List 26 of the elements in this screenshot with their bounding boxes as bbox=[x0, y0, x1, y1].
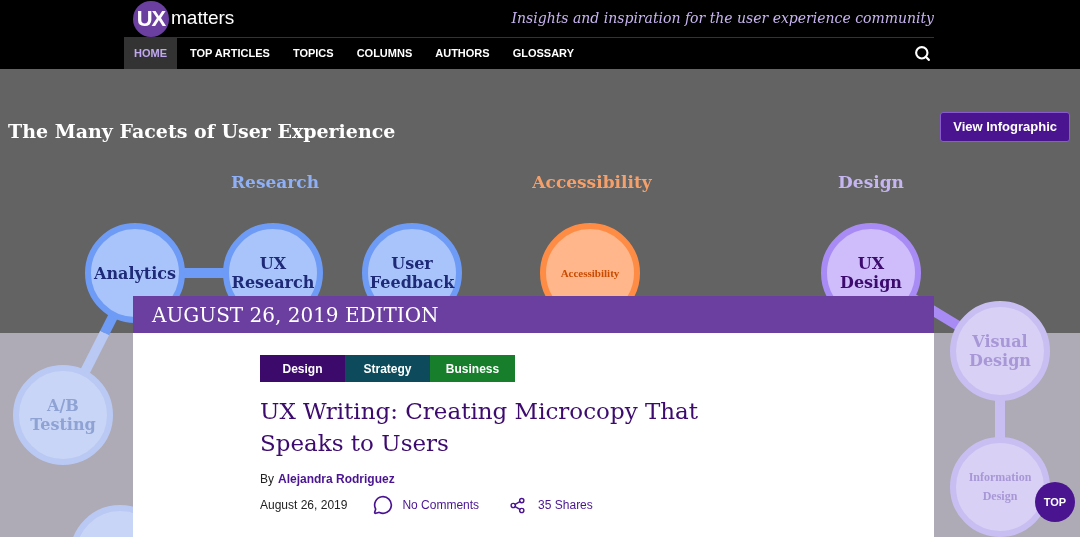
article-date: August 26, 2019 bbox=[260, 497, 348, 514]
share-icon bbox=[509, 496, 527, 514]
nav-tab[interactable]: TOPICS bbox=[282, 38, 344, 69]
category-tag[interactable]: Design bbox=[260, 355, 345, 382]
logo-text[interactable]: matters bbox=[171, 4, 235, 33]
author-link[interactable]: Alejandra Rodriguez bbox=[278, 470, 395, 488]
view-infographic-button[interactable]: View Infographic bbox=[940, 112, 1070, 142]
category-label: Accessibility bbox=[532, 171, 652, 194]
category-label: Research bbox=[231, 171, 319, 194]
search-icon[interactable] bbox=[914, 45, 931, 62]
shares-link[interactable]: 35 Shares bbox=[538, 496, 593, 514]
comments-link[interactable]: No Comments bbox=[402, 496, 480, 514]
nav-tab[interactable]: AUTHORS bbox=[425, 38, 500, 69]
byline-label: By bbox=[260, 471, 274, 488]
category-tag[interactable]: Strategy bbox=[345, 355, 430, 382]
tagline: Insights and inspiration for the user experience community bbox=[511, 9, 934, 28]
nav-tab[interactable]: GLOSSARY bbox=[502, 38, 584, 69]
comment-icon bbox=[373, 495, 394, 515]
nav-tab[interactable]: COLUMNS bbox=[346, 38, 423, 69]
nav-tab[interactable]: TOP ARTICLES bbox=[180, 38, 280, 69]
category-tag[interactable]: Business bbox=[430, 355, 515, 382]
article-title[interactable]: UX Writing: Creating Microcopy That Speaks to Users bbox=[260, 395, 780, 459]
category-label: Design bbox=[838, 171, 904, 194]
logo-mark[interactable]: UX bbox=[133, 0, 169, 37]
nav-tab[interactable]: HOME bbox=[124, 38, 177, 69]
hero-title: The Many Facets of User Experience bbox=[8, 119, 396, 144]
